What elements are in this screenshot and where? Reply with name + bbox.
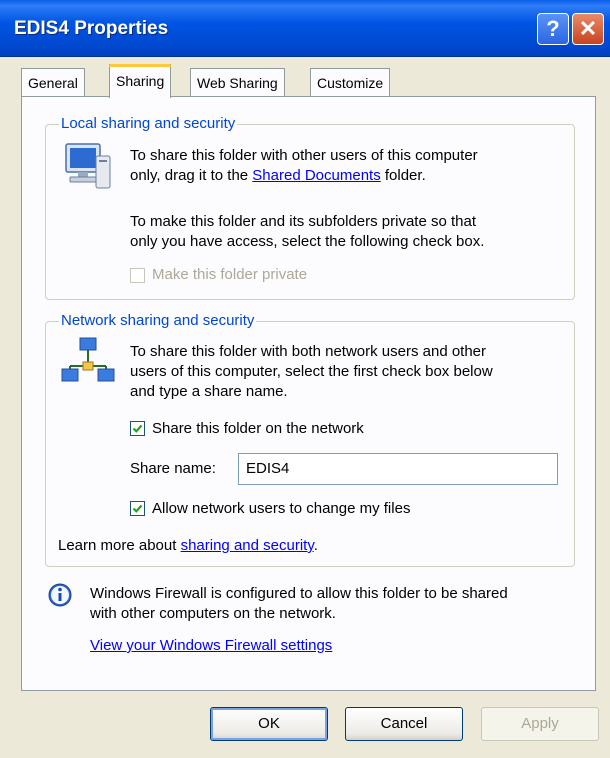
private-checkbox[interactable] bbox=[130, 268, 145, 283]
share-folder-label[interactable]: Share this folder on the network bbox=[152, 419, 364, 439]
apply-button[interactable]: Apply bbox=[481, 707, 599, 741]
tab-web-sharing[interactable]: Web Sharing bbox=[190, 68, 285, 96]
local-sharing-text-1: To share this folder with other users of… bbox=[130, 147, 478, 164]
share-folder-checkbox[interactable] bbox=[130, 421, 145, 436]
allow-change-checkbox[interactable] bbox=[130, 501, 145, 516]
close-button[interactable]: ✕ bbox=[572, 13, 604, 45]
private-text-1: To make this folder and its subfolders p… bbox=[130, 213, 477, 230]
learn-more-text: Learn more about sharing and security. bbox=[58, 536, 318, 556]
network-text-3: and type a share name. bbox=[130, 383, 288, 400]
shared-documents-link[interactable]: Shared Documents bbox=[252, 167, 380, 184]
ok-button[interactable]: OK bbox=[210, 707, 328, 741]
local-sharing-text-2-suffix: folder. bbox=[380, 167, 426, 184]
firewall-text-1: Windows Firewall is configured to allow … bbox=[90, 585, 508, 602]
allow-change-label[interactable]: Allow network users to change my files bbox=[152, 499, 410, 519]
firewall-settings-link[interactable]: View your Windows Firewall settings bbox=[90, 636, 332, 656]
checkmark-icon bbox=[132, 424, 143, 433]
checkmark-icon bbox=[132, 504, 143, 513]
learn-more-prefix: Learn more about bbox=[58, 537, 181, 554]
network-text-2: users of this computer, select the first… bbox=[130, 363, 493, 380]
share-name-label: Share name: bbox=[130, 460, 216, 477]
local-sharing-text-2: only, drag it to the Shared Documents fo… bbox=[130, 166, 426, 186]
local-sharing-legend: Local sharing and security bbox=[59, 115, 238, 132]
firewall-text-2: with other computers on the network. bbox=[90, 605, 336, 622]
computer-icon bbox=[60, 140, 114, 194]
network-icon bbox=[60, 336, 116, 384]
cancel-button[interactable]: Cancel bbox=[345, 707, 463, 741]
network-text-1: To share this folder with both network u… bbox=[130, 343, 487, 360]
local-sharing-text-2-prefix: only, drag it to the bbox=[130, 167, 253, 184]
private-checkbox-label[interactable]: Make this folder private bbox=[152, 265, 307, 285]
title-bar[interactable]: EDIS4 Properties ? ✕ bbox=[0, 0, 610, 57]
sharing-security-link[interactable]: sharing and security bbox=[181, 537, 314, 554]
help-button[interactable]: ? bbox=[537, 13, 569, 45]
share-name-input[interactable]: EDIS4 bbox=[238, 453, 558, 485]
info-icon bbox=[47, 582, 73, 608]
network-sharing-legend: Network sharing and security bbox=[59, 312, 257, 329]
tab-sharing[interactable]: Sharing bbox=[109, 64, 172, 98]
window-title: EDIS4 Properties bbox=[14, 18, 169, 39]
tab-general[interactable]: General bbox=[21, 68, 85, 96]
tab-customize[interactable]: Customize bbox=[310, 68, 391, 96]
learn-more-suffix: . bbox=[313, 537, 318, 554]
private-text-2: only you have access, select the followi… bbox=[130, 233, 485, 250]
